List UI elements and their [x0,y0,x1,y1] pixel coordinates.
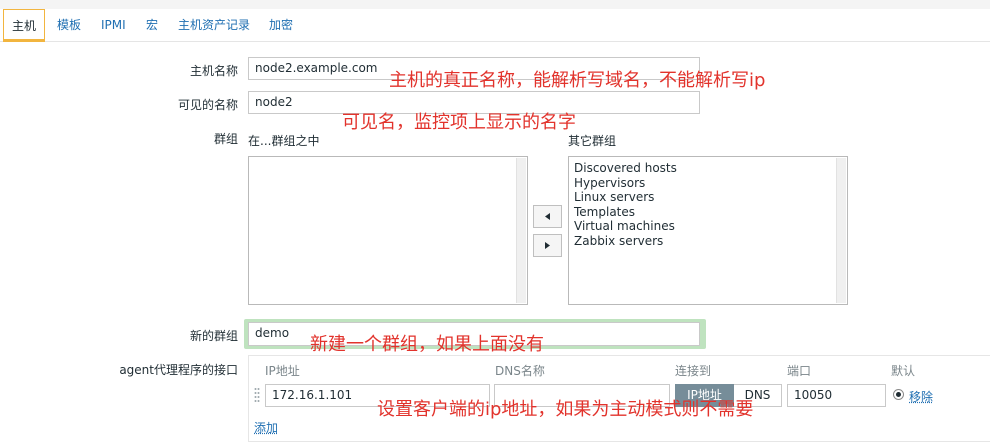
other-groups-listbox[interactable]: Discovered hosts Hypervisors Linux serve… [568,156,848,305]
arrow-right-icon [545,242,550,249]
group-option[interactable]: Templates [569,205,847,220]
col-ip-header: IP地址 [265,364,300,378]
default-radio[interactable] [893,389,904,400]
group-option[interactable]: Linux servers [569,190,847,205]
group-option[interactable]: Virtual machines [569,219,847,234]
tab-ipmi[interactable]: IPMI [101,9,126,41]
group-option[interactable]: Hypervisors [569,176,847,191]
tab-macros[interactable]: 宏 [146,9,158,41]
col-connect-header: 连接到 [675,364,712,378]
remove-interface-link[interactable]: 移除 [909,388,933,405]
in-groups-scrollbar[interactable] [516,158,526,303]
add-to-groups-button[interactable] [533,205,562,228]
tab-host[interactable]: 主机 [3,9,46,42]
other-groups-label: 其它群组 [568,134,617,148]
other-groups-scrollbar[interactable] [836,158,846,303]
col-default-header: 默认 [891,364,916,378]
visible-name-label: 可见的名称 [177,98,238,112]
col-port-header: 端口 [787,364,812,378]
drag-handle-icon[interactable] [254,387,260,405]
tab-templates[interactable]: 模板 [57,9,81,41]
in-groups-listbox[interactable] [248,156,528,305]
interface-port-input[interactable]: 10050 [787,384,886,407]
new-group-label: 新的群组 [189,329,238,343]
radio-dot [896,392,901,397]
host-name-annotation: 主机的真正名称，能解析写域名，不能解析写ip [389,70,766,91]
agent-annotation: 设置客户端的ip地址，如果为主动模式则不需要 [377,399,754,420]
col-dns-header: DNS名称 [495,364,545,378]
agent-interface-label: agent代理程序的接口 [119,363,238,377]
tab-bar: 主机 模板 IPMI 宏 主机资产记录 加密 [0,9,990,42]
groups-label: 群组 [213,132,238,146]
group-option[interactable]: Zabbix servers [569,234,847,249]
tab-inventory[interactable]: 主机资产记录 [178,9,250,41]
new-group-annotation: 新建一个群组，如果上面没有 [310,334,544,355]
remove-from-groups-button[interactable] [533,234,562,257]
arrow-left-icon [545,213,550,220]
in-groups-label: 在...群组之中 [248,134,320,148]
add-interface-link[interactable]: 添加 [254,419,278,436]
visible-name-annotation: 可见名，监控项上显示的名字 [342,112,576,133]
group-option[interactable]: Discovered hosts [569,161,847,176]
host-name-label: 主机名称 [189,64,238,78]
tab-encryption[interactable]: 加密 [269,9,293,41]
